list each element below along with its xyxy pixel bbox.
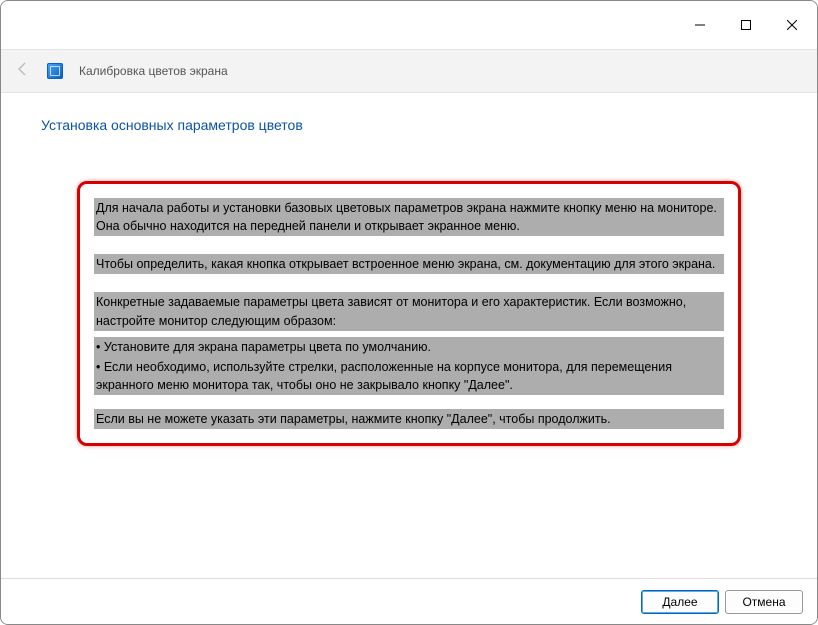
cancel-button[interactable]: Отмена	[725, 590, 803, 614]
instruction-paragraph: Чтобы определить, какая кнопка открывает…	[94, 254, 724, 274]
next-button[interactable]: Далее	[641, 590, 719, 614]
app-icon	[47, 63, 63, 79]
titlebar	[1, 1, 817, 49]
instruction-paragraph: Конкретные задаваемые параметры цвета за…	[94, 292, 724, 330]
header-bar: Калибровка цветов экрана	[1, 49, 817, 93]
window-frame: Калибровка цветов экрана Установка основ…	[0, 0, 818, 625]
instruction-bullets: • Установите для экрана параметры цвета …	[94, 337, 724, 395]
close-button[interactable]	[769, 9, 815, 41]
content-area: Установка основных параметров цветов Для…	[1, 93, 817, 446]
minimize-button[interactable]	[677, 9, 723, 41]
instruction-bullet: • Установите для экрана параметры цвета …	[94, 337, 724, 357]
page-title: Установка основных параметров цветов	[41, 117, 777, 133]
instruction-bullet: • Если необходимо, используйте стрелки, …	[94, 357, 724, 395]
maximize-button[interactable]	[723, 9, 769, 41]
highlighted-instructions: Для начала работы и установки базовых цв…	[77, 181, 741, 446]
instruction-paragraph: Если вы не можете указать эти параметры,…	[94, 409, 724, 429]
footer-bar: Далее Отмена	[1, 578, 817, 624]
window-title: Калибровка цветов экрана	[79, 64, 228, 78]
instruction-paragraph: Для начала работы и установки базовых цв…	[94, 198, 724, 236]
back-arrow-icon	[15, 61, 31, 82]
